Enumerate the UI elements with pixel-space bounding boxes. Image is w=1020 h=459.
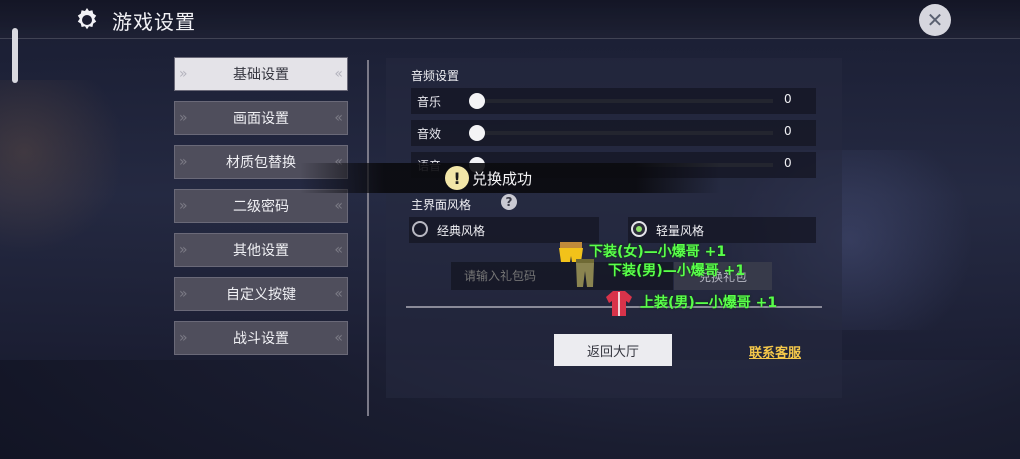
reward-text: 下装(女)—小爆哥 +1 <box>589 244 727 260</box>
chevron-icon: « <box>334 66 343 82</box>
chevron-icon: » <box>179 330 188 346</box>
close-icon: ✕ <box>926 8 944 32</box>
sidebar-item-label: 基础设置 <box>233 67 289 83</box>
sidebar-item-label: 二级密码 <box>233 199 289 215</box>
style-option-label: 轻量风格 <box>656 224 705 238</box>
slider-value: 0 <box>784 124 792 138</box>
sidebar-item-password[interactable]: » 二级密码 « <box>174 189 348 223</box>
radio-button[interactable] <box>631 221 647 237</box>
style-option-light[interactable]: 轻量风格 <box>628 217 816 243</box>
chevron-icon: « <box>334 198 343 214</box>
sidebar-item-label: 材质包替换 <box>226 155 296 171</box>
section-title-audio: 音频设置 <box>411 69 460 83</box>
reward-text: 上装(男)—小爆哥 +1 <box>640 295 778 311</box>
chevron-icon: « <box>334 110 343 126</box>
slider-track[interactable] <box>477 131 773 135</box>
reward-text: 下装(男)—小爆哥 +1 <box>608 263 746 279</box>
scrollbar[interactable] <box>12 28 18 83</box>
pants-icon <box>576 259 594 287</box>
gear-icon <box>77 8 97 30</box>
chevron-icon: » <box>179 286 188 302</box>
background-warm <box>0 80 120 260</box>
slider-label: 音效 <box>417 127 442 141</box>
divider <box>367 60 369 416</box>
sidebar-item-label: 画面设置 <box>233 111 289 127</box>
slider-value: 0 <box>784 156 792 170</box>
chevron-icon: « <box>334 242 343 258</box>
chevron-icon: « <box>334 330 343 346</box>
sidebar-item-label: 自定义按键 <box>226 287 296 303</box>
slider-sfx: 音效 0 <box>411 120 816 146</box>
chevron-icon: » <box>179 66 188 82</box>
chevron-icon: » <box>179 198 188 214</box>
slider-music: 音乐 0 <box>411 88 816 114</box>
section-title-style: 主界面风格 <box>411 198 472 212</box>
radio-button[interactable] <box>412 221 428 237</box>
slider-track[interactable] <box>477 99 773 103</box>
exclamation-icon: ! <box>445 166 469 190</box>
help-icon[interactable]: ? <box>501 194 517 210</box>
chevron-icon: » <box>179 154 188 170</box>
sidebar-item-keys[interactable]: » 自定义按键 « <box>174 277 348 311</box>
slider-label: 音乐 <box>417 95 442 109</box>
toast-message: 兑换成功 <box>472 170 533 188</box>
jacket-icon <box>606 291 632 316</box>
slider-knob[interactable] <box>469 93 485 109</box>
sidebar-item-graphics[interactable]: » 画面设置 « <box>174 101 348 135</box>
back-to-lobby-button[interactable]: 返回大厅 <box>554 334 672 366</box>
sidebar-item-other[interactable]: » 其他设置 « <box>174 233 348 267</box>
slider-knob[interactable] <box>469 125 485 141</box>
close-button[interactable]: ✕ <box>919 4 951 36</box>
style-option-label: 经典风格 <box>437 224 486 238</box>
header-bar: 游戏设置 ✕ <box>0 0 1020 39</box>
page-title: 游戏设置 <box>112 10 196 34</box>
contact-support-link[interactable]: 联系客服 <box>749 342 801 361</box>
slider-value: 0 <box>784 92 792 106</box>
sidebar-item-label: 战斗设置 <box>233 331 289 347</box>
sidebar-item-label: 其他设置 <box>233 243 289 259</box>
chevron-icon: » <box>179 110 188 126</box>
chevron-icon: » <box>179 242 188 258</box>
chevron-icon: « <box>334 286 343 302</box>
sidebar-item-combat[interactable]: » 战斗设置 « <box>174 321 348 355</box>
sidebar-item-basic[interactable]: » 基础设置 « <box>174 57 348 91</box>
